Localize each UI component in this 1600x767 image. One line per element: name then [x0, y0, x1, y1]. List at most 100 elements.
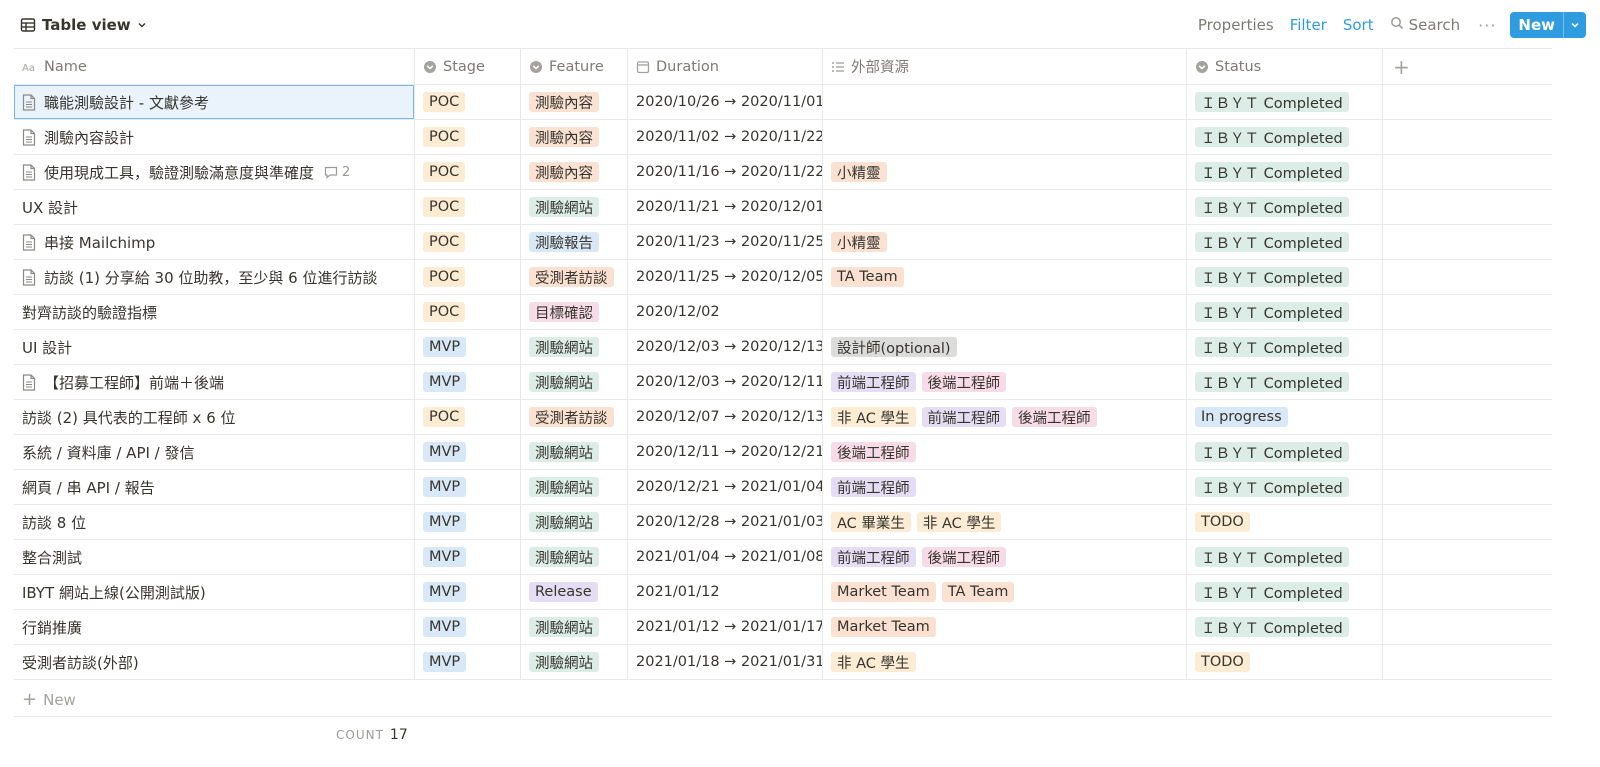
cell-duration[interactable]: 2020/11/21 → 2020/12/01 — [628, 190, 823, 224]
row-title[interactable]: 訪談 8 位 — [22, 512, 86, 533]
cell-feature[interactable]: 測驗網站 — [521, 470, 628, 504]
cell-name[interactable]: 職能測驗設計 - 文獻參考 — [14, 85, 415, 119]
cell-stage[interactable]: MVP — [415, 540, 521, 574]
cell-feature[interactable]: 測驗內容 — [521, 120, 628, 154]
table-row[interactable]: 系統 / 資料庫 / API / 發信 MVP 測驗網站 2020/12/11 → 2… — [14, 435, 1552, 470]
cell-status[interactable]: ＩＢＹＴ Completed — [1187, 610, 1383, 644]
cell-feature[interactable]: 測驗內容 — [521, 85, 628, 119]
cell-name[interactable]: UI 設計 — [14, 330, 415, 364]
cell-external-resources[interactable]: 非 AC 學生 — [823, 645, 1187, 679]
cell-stage[interactable]: POC — [415, 260, 521, 294]
cell-feature[interactable]: Release — [521, 575, 628, 609]
cell-status[interactable]: ＩＢＹＴ Completed — [1187, 575, 1383, 609]
column-header-stage[interactable]: Stage — [415, 49, 521, 84]
search-button[interactable]: Search — [1382, 16, 1469, 34]
cell-duration[interactable]: 2020/11/02 → 2020/11/22 — [628, 120, 823, 154]
row-title[interactable]: 使用現成工具，驗證測驗滿意度與準確度 — [44, 162, 314, 183]
row-title[interactable]: UI 設計 — [22, 337, 72, 358]
cell-name[interactable]: 【招募工程師】前端＋後端 — [14, 365, 415, 399]
cell-external-resources[interactable] — [823, 190, 1187, 224]
cell-status[interactable]: ＩＢＹＴ Completed — [1187, 120, 1383, 154]
cell-external-resources[interactable]: 後端工程師 — [823, 435, 1187, 469]
comment-count[interactable]: 2 — [324, 165, 350, 180]
column-header-status[interactable]: Status — [1187, 49, 1383, 84]
view-switcher-button[interactable]: Table view — [20, 13, 147, 37]
cell-feature[interactable]: 測驗網站 — [521, 190, 628, 224]
cell-stage[interactable]: MVP — [415, 575, 521, 609]
cell-name[interactable]: UX 設計 — [14, 190, 415, 224]
cell-name[interactable]: 行銷推廣 — [14, 610, 415, 644]
row-title[interactable]: 對齊訪談的驗證指標 — [22, 302, 157, 323]
cell-external-resources[interactable]: Market Team TA Team — [823, 575, 1187, 609]
row-title[interactable]: 訪談 (2) 具代表的工程師 x 6 位 — [22, 407, 236, 428]
table-row[interactable]: 使用現成工具，驗證測驗滿意度與準確度 2 POC 測驗內容 2020/11/16 → 2… — [14, 155, 1552, 190]
table-row[interactable]: IBYT 網站上線(公開測試版) MVP Release 2021/01/12 Mark… — [14, 575, 1552, 610]
cell-feature[interactable]: 測驗網站 — [521, 540, 628, 574]
cell-status[interactable]: TODO — [1187, 645, 1383, 679]
cell-duration[interactable]: 2020/12/28 → 2021/01/03 — [628, 505, 823, 539]
table-row[interactable]: 串接 Mailchimp POC 測驗報告 2020/11/23 → 2020/11/… — [14, 225, 1552, 260]
table-row[interactable]: 測驗內容設計 POC 測驗內容 2020/11/02 → 2020/11/22 ＩＢＹＴ… — [14, 120, 1552, 155]
add-row-button[interactable]: + New — [14, 683, 1552, 717]
row-title[interactable]: 行銷推廣 — [22, 617, 82, 638]
cell-status[interactable]: ＩＢＹＴ Completed — [1187, 435, 1383, 469]
column-header-name[interactable]: Aa Name — [14, 49, 415, 84]
table-row[interactable]: 行銷推廣 MVP 測驗網站 2021/01/12 → 2021/01/17 Market… — [14, 610, 1552, 645]
cell-external-resources[interactable]: 小精靈 — [823, 155, 1187, 189]
cell-stage[interactable]: POC — [415, 190, 521, 224]
cell-feature[interactable]: 測驗網站 — [521, 645, 628, 679]
cell-stage[interactable]: POC — [415, 225, 521, 259]
cell-stage[interactable]: POC — [415, 85, 521, 119]
cell-stage[interactable]: MVP — [415, 505, 521, 539]
cell-duration[interactable]: 2021/01/12 — [628, 575, 823, 609]
cell-feature[interactable]: 測驗內容 — [521, 155, 628, 189]
table-row[interactable]: 訪談 (2) 具代表的工程師 x 6 位 POC 受測者訪談 2020/12/07 →… — [14, 400, 1552, 435]
new-dropdown-chevron-icon[interactable] — [1563, 12, 1586, 38]
table-row[interactable]: 【招募工程師】前端＋後端 MVP 測驗網站 2020/12/03 → 2020/12/… — [14, 365, 1552, 400]
new-button[interactable]: New — [1510, 12, 1586, 38]
cell-status[interactable]: ＩＢＹＴ Completed — [1187, 540, 1383, 574]
cell-stage[interactable]: MVP — [415, 365, 521, 399]
cell-feature[interactable]: 測驗報告 — [521, 225, 628, 259]
cell-external-resources[interactable] — [823, 295, 1187, 329]
cell-external-resources[interactable]: Market Team — [823, 610, 1187, 644]
cell-stage[interactable]: MVP — [415, 645, 521, 679]
cell-feature[interactable]: 受測者訪談 — [521, 400, 628, 434]
cell-duration[interactable]: 2020/12/11 → 2020/12/21 — [628, 435, 823, 469]
row-title[interactable]: 整合測試 — [22, 547, 82, 568]
cell-feature[interactable]: 測驗網站 — [521, 610, 628, 644]
cell-external-resources[interactable]: 前端工程師 — [823, 470, 1187, 504]
cell-name[interactable]: 系統 / 資料庫 / API / 發信 — [14, 435, 415, 469]
cell-stage[interactable]: POC — [415, 295, 521, 329]
count-summary[interactable]: COUNT 17 — [336, 727, 408, 743]
cell-feature[interactable]: 受測者訪談 — [521, 260, 628, 294]
cell-stage[interactable]: POC — [415, 155, 521, 189]
table-row[interactable]: 整合測試 MVP 測驗網站 2021/01/04 → 2021/01/08 前端工程師後… — [14, 540, 1552, 575]
row-title[interactable]: 網頁 / 串 API / 報告 — [22, 477, 155, 498]
cell-name[interactable]: 測驗內容設計 — [14, 120, 415, 154]
cell-feature[interactable]: 測驗網站 — [521, 330, 628, 364]
cell-status[interactable]: ＩＢＹＴ Completed — [1187, 155, 1383, 189]
cell-name[interactable]: 串接 Mailchimp — [14, 225, 415, 259]
cell-external-resources[interactable] — [823, 85, 1187, 119]
cell-status[interactable]: ＩＢＹＴ Completed — [1187, 330, 1383, 364]
cell-duration[interactable]: 2021/01/04 → 2021/01/08 — [628, 540, 823, 574]
cell-name[interactable]: 訪談 (2) 具代表的工程師 x 6 位 — [14, 400, 415, 434]
cell-external-resources[interactable]: 前端工程師 後端工程師 — [823, 540, 1187, 574]
row-title[interactable]: 訪談 (1) 分享給 30 位助教，至少與 6 位進行訪談 — [44, 267, 378, 288]
cell-duration[interactable]: 2020/12/03 → 2020/12/11 — [628, 365, 823, 399]
row-title[interactable]: IBYT 網站上線(公開測試版) — [22, 582, 206, 603]
cell-duration[interactable]: 2020/12/07 → 2020/12/13 — [628, 400, 823, 434]
table-row[interactable]: UI 設計 MVP 測驗網站 2020/12/03 → 2020/12/13 設計師(o… — [14, 330, 1552, 365]
cell-stage[interactable]: POC — [415, 120, 521, 154]
filter-button[interactable]: Filter — [1282, 16, 1335, 34]
table-row[interactable]: 受測者訪談(外部) MVP 測驗網站 2021/01/18 → 2021/01/31 非… — [14, 645, 1552, 680]
cell-stage[interactable]: MVP — [415, 435, 521, 469]
table-row[interactable]: UX 設計 POC 測驗網站 2020/11/21 → 2020/12/01 ＩＢＹＴ … — [14, 190, 1552, 225]
row-title[interactable]: 系統 / 資料庫 / API / 發信 — [22, 442, 195, 463]
column-header-external[interactable]: 外部資源 — [823, 49, 1187, 84]
table-row[interactable]: 網頁 / 串 API / 報告 MVP 測驗網站 2020/12/21 → 2021/… — [14, 470, 1552, 505]
cell-duration[interactable]: 2020/12/21 → 2021/01/04 — [628, 470, 823, 504]
cell-status[interactable]: ＩＢＹＴ Completed — [1187, 260, 1383, 294]
cell-feature[interactable]: 測驗網站 — [521, 365, 628, 399]
